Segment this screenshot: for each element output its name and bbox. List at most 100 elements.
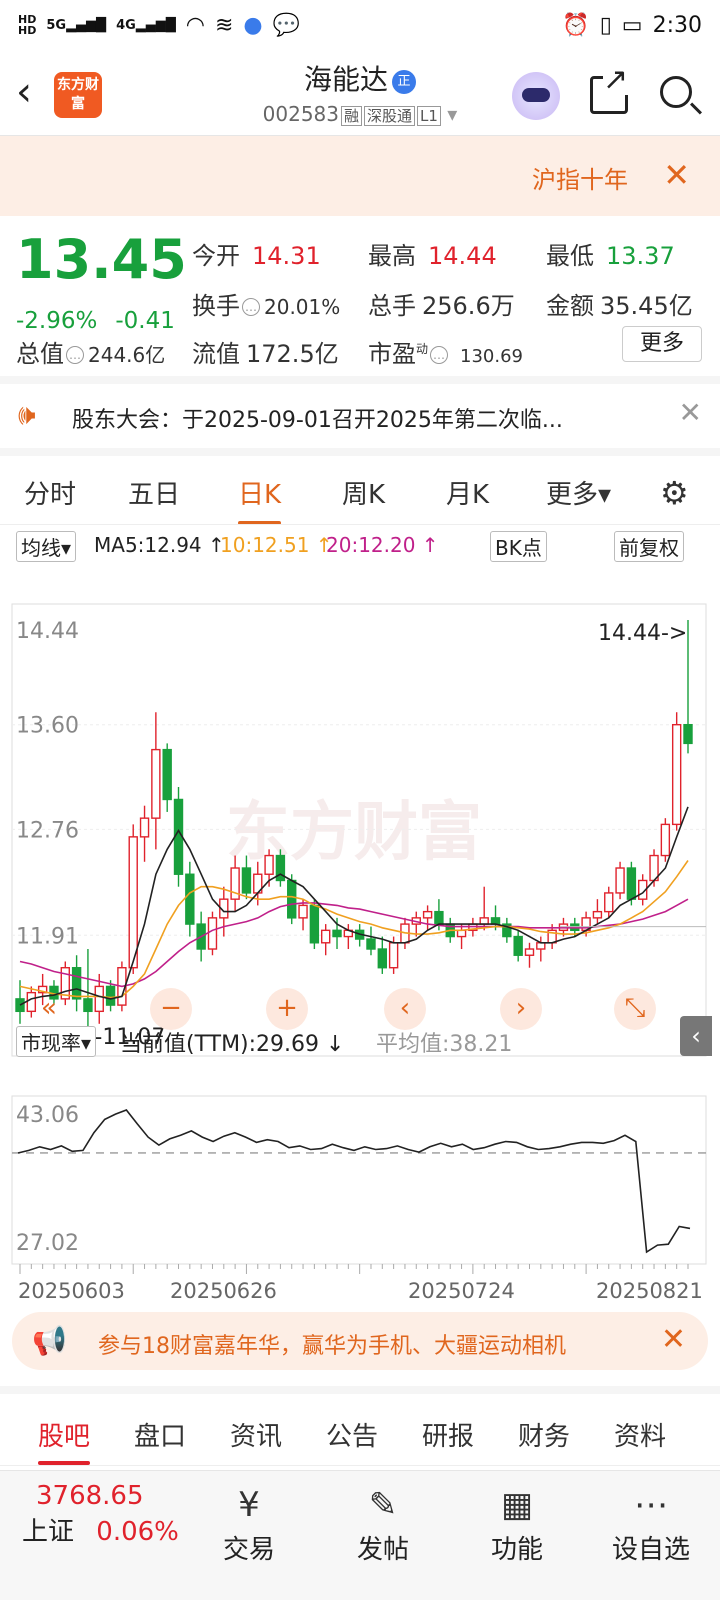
dropdown-icon[interactable]: ▾ xyxy=(447,102,457,126)
x-tick-label: 20250821 xyxy=(596,1279,703,1303)
tab-five-day[interactable]: 五日 xyxy=(128,474,180,511)
pcf-select[interactable]: 市现率▾ xyxy=(16,1026,97,1057)
megaphone-icon: 📢 xyxy=(32,1324,67,1357)
quote-panel: 13.45 -2.96% -0.41 今开 14.31 最高 14.44 最低 13.3… xyxy=(0,216,720,376)
last-price: 13.45 xyxy=(16,228,187,291)
more-dots-icon: ⋯ xyxy=(634,1485,668,1525)
candle-body xyxy=(83,998,93,1013)
low-price: 最低 13.37 xyxy=(546,242,675,270)
stock-header: ‹ 东方财富 海能达正 002583 融深股通 L1 ▾ xyxy=(0,50,720,136)
share-icon[interactable] xyxy=(590,65,629,114)
scroll-left-icon[interactable]: « xyxy=(28,988,70,1030)
chart-svg[interactable]: 东方财富14.4413.6012.7611.9111.0714.44-><-11… xyxy=(0,564,720,1304)
market-cap: 总值… 244.6亿 xyxy=(16,340,166,368)
banner-text[interactable]: 沪指十年 xyxy=(532,160,628,195)
tab-weekly-k[interactable]: 周K xyxy=(342,474,385,511)
tab-news[interactable]: 资讯 xyxy=(230,1416,282,1453)
ma10-value: 10:12.51 ↑ xyxy=(220,533,333,557)
candle-body xyxy=(660,823,671,857)
max-price-label: 14.44-> xyxy=(598,621,687,646)
candle-body xyxy=(298,904,308,919)
info-icon: … xyxy=(430,346,449,364)
prev-icon[interactable]: ‹ xyxy=(384,988,426,1030)
candle-body xyxy=(128,836,138,969)
candle-body xyxy=(139,817,150,838)
kline-chart[interactable]: 东方财富14.4413.6012.7611.9111.0714.44-><-11… xyxy=(0,564,720,1434)
promo-text[interactable]: 参与18财富嘉年华，赢华为手机、大疆运动相机 xyxy=(98,1328,646,1360)
tab-intraday[interactable]: 分时 xyxy=(24,474,76,511)
fullscreen-icon[interactable]: ⤡ xyxy=(614,988,656,1030)
candle-body xyxy=(264,854,274,875)
index-value: 3768.65 xyxy=(36,1481,144,1511)
clock: 2:30 xyxy=(652,12,702,38)
status-bar: HD HD 5G▂▄▆█ 4G▂▄▆█ ◠ ≋ ● 💬 ⏰ ▯ ▭ 2:30 xyxy=(0,0,720,50)
chat-icon: 💬 xyxy=(272,12,301,38)
zoom-in-icon[interactable]: + xyxy=(266,988,308,1030)
event-promo[interactable]: 📢 参与18财富嘉年华，赢华为手机、大疆运动相机 ✕ xyxy=(12,1312,708,1370)
nav-watchlist[interactable]: ⋯ 设自选 xyxy=(596,1481,706,1566)
gear-icon[interactable]: ⚙ xyxy=(660,474,689,512)
tab-profile[interactable]: 资料 xyxy=(614,1416,666,1453)
bs-point-select[interactable]: BK点 xyxy=(490,531,547,562)
ma-legend: 均线▾ MA5:12.94 ↑ 10:12.51 ↑ 20:12.20 ↑ BK… xyxy=(0,524,720,564)
close-icon[interactable]: ✕ xyxy=(661,1322,686,1357)
amount: 金额 35.45亿 xyxy=(546,292,693,320)
notice-text[interactable]: 股东大会：于2025-09-01召开2025年第二次临... xyxy=(72,402,563,434)
candle-body xyxy=(287,879,297,919)
nav-functions[interactable]: ▦ 功能 xyxy=(462,1481,572,1566)
verified-badge: 正 xyxy=(392,70,416,94)
candle-body xyxy=(615,867,625,894)
index-name: 上证 xyxy=(22,1517,75,1547)
candle-body xyxy=(683,723,693,745)
candle-body xyxy=(366,938,376,950)
edit-icon: ✎ xyxy=(368,1485,398,1525)
grid-icon: ▦ xyxy=(500,1485,534,1525)
candle-body xyxy=(320,929,331,944)
nfc-icon: ≋ xyxy=(214,12,234,38)
wifi-icon: ◠ xyxy=(185,12,205,38)
promo-banner[interactable]: 沪指十年 ✕ xyxy=(0,136,720,216)
nav-trade[interactable]: ¥ 交易 xyxy=(194,1481,304,1566)
browser-icon: ● xyxy=(243,12,263,38)
pcf-y-tick-min: 27.02 xyxy=(16,1231,79,1256)
pcf-line xyxy=(17,1109,691,1254)
ma-select[interactable]: 均线▾ xyxy=(16,531,77,562)
candle-body xyxy=(151,748,161,819)
info-icon: … xyxy=(242,298,260,316)
candle-body xyxy=(207,917,218,950)
tab-financials[interactable]: 财务 xyxy=(518,1416,570,1453)
tab-orderbook[interactable]: 盘口 xyxy=(134,1416,186,1453)
tab-announcements[interactable]: 公告 xyxy=(326,1416,378,1453)
signal-4g-icon: 4G▂▄▆█ xyxy=(116,17,176,33)
pcf-plot-frame xyxy=(11,1095,707,1265)
candle-body xyxy=(388,942,399,969)
price-change: -2.96% -0.41 xyxy=(16,308,193,334)
tab-monthly-k[interactable]: 月K xyxy=(446,474,489,511)
tab-research[interactable]: 研报 xyxy=(422,1416,474,1453)
candle-body xyxy=(434,910,444,925)
high-price: 最高 14.44 xyxy=(368,242,497,270)
y-tick-label: 12.76 xyxy=(16,818,79,843)
search-icon[interactable] xyxy=(660,76,692,108)
nav-post[interactable]: ✎ 发帖 xyxy=(328,1481,438,1566)
change-pct: -2.96% xyxy=(16,308,98,334)
tab-forum[interactable]: 股吧 xyxy=(38,1416,91,1465)
collapse-icon[interactable]: ‹ xyxy=(680,1016,712,1056)
tab-daily-k[interactable]: 日K xyxy=(238,474,282,525)
close-icon[interactable]: ✕ xyxy=(679,396,702,429)
adjust-select[interactable]: 前复权 xyxy=(614,531,684,562)
zoom-out-icon[interactable]: − xyxy=(150,988,192,1030)
more-button[interactable]: 更多 xyxy=(622,326,702,362)
pcf-current: 当前值(TTM):29.69 ↓ xyxy=(120,1032,345,1057)
content-tabs: 股吧 盘口 资讯 公告 研报 财务 资料 xyxy=(0,1386,720,1466)
next-icon[interactable]: › xyxy=(500,988,542,1030)
candle-body xyxy=(185,873,195,925)
index-quote[interactable]: 3768.65 上证 0.06% xyxy=(22,1481,179,1548)
notice-bar[interactable]: 🕪 股东大会：于2025-09-01召开2025年第二次临... ✕ xyxy=(0,376,720,448)
change-value: -0.41 xyxy=(115,308,175,334)
assistant-icon[interactable] xyxy=(512,72,560,120)
candle-body xyxy=(309,904,320,944)
close-icon[interactable]: ✕ xyxy=(663,156,690,194)
tab-more[interactable]: 更多▾ xyxy=(546,474,611,511)
tag-connect: 深股通 xyxy=(364,106,416,126)
